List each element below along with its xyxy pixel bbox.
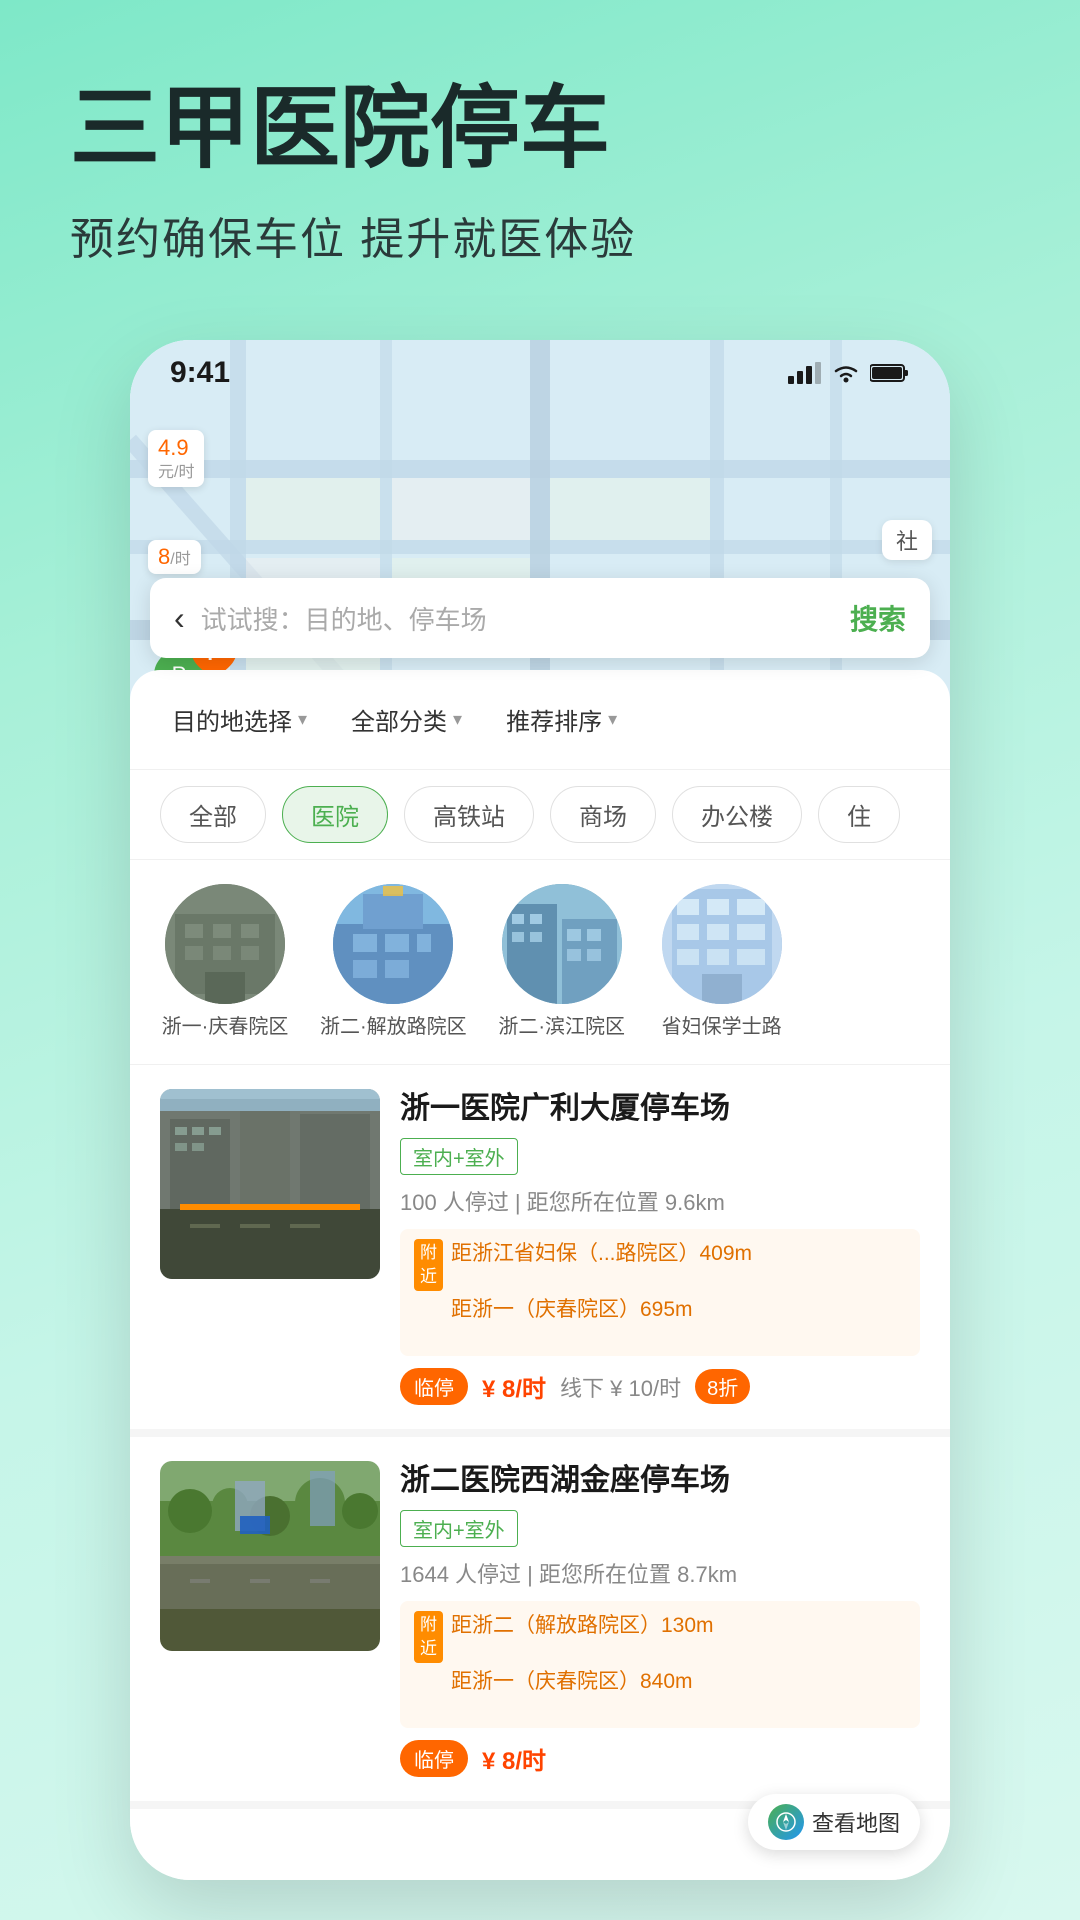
filter-category[interactable]: 全部分类 ▾	[339, 694, 474, 745]
hero-section: 三甲医院停车 预约确保车位 提升就医体验	[0, 0, 1080, 307]
nearby-text-1: 距浙江省妇保（...路院区）409m	[451, 1239, 752, 1268]
hospital-circle-4	[662, 884, 782, 1004]
price-main-1: ¥ 8/时	[482, 1369, 546, 1404]
parking-name-1: 浙一医院广利大厦停车场	[400, 1089, 920, 1128]
price-row-2: 临停 ¥ 8/时	[400, 1740, 920, 1777]
status-icons	[788, 362, 910, 384]
price-offline-1: 线下 ¥ 10/时	[560, 1371, 681, 1403]
tab-residential[interactable]: 住	[818, 786, 900, 843]
wifi-icon	[832, 362, 860, 384]
hospital-item-2[interactable]: 浙二·解放路院区	[320, 884, 467, 1040]
parking-stats-1: 100 人停过 | 距您所在位置 9.6km	[400, 1185, 920, 1217]
social-badge: 社	[882, 520, 932, 560]
parking-name-2: 浙二医院西湖金座停车场	[400, 1461, 920, 1500]
hero-subtitle: 预约确保车位 提升就医体验	[70, 203, 1010, 267]
nearby-row-3: 附近 距浙二（解放路院区）130m	[414, 1611, 906, 1663]
filter-sort[interactable]: 推荐排序 ▾	[494, 694, 629, 745]
search-bar[interactable]: ‹ 试试搜：目的地、停车场 搜索	[150, 578, 930, 658]
parking-stats-2: 1644 人停过 | 距您所在位置 8.7km	[400, 1557, 920, 1589]
map-view-button[interactable]: 查看地图	[748, 1794, 920, 1850]
nearby-text-4: 距浙一（庆春院区）840m	[451, 1667, 693, 1696]
phone-frame: 4.9 元/时 8/时 P 社 杭州站 P 9:41	[130, 340, 950, 1880]
hospital-item-1[interactable]: 浙一·庆春院区	[160, 884, 290, 1040]
price-main-2: ¥ 8/时	[482, 1741, 546, 1776]
nearby-row-2: 附近 距浙一（庆春院区）695m	[414, 1295, 906, 1347]
tab-all[interactable]: 全部	[160, 786, 266, 843]
content-panel: 目的地选择 ▾ 全部分类 ▾ 推荐排序 ▾ 全部 医院 高铁站 商场 办公楼	[130, 670, 950, 1880]
status-bar: 9:41	[130, 340, 950, 398]
nearby-row-1: 附近 距浙江省妇保（...路院区）409m	[414, 1239, 906, 1291]
hospital-circles: 浙一·庆春院区	[130, 860, 950, 1065]
status-time: 9:41	[170, 356, 230, 390]
nearby-text-2: 距浙一（庆春院区）695m	[451, 1295, 693, 1324]
filter-destination[interactable]: 目的地选择 ▾	[160, 694, 319, 745]
tab-hospital[interactable]: 医院	[282, 786, 388, 843]
nearby-label-2: 附近	[414, 1611, 443, 1663]
chevron-down-icon: ▾	[298, 709, 307, 730]
parking-info-1: 浙一医院广利大厦停车场 室内+室外 100 人停过 | 距您所在位置 9.6km…	[400, 1089, 920, 1405]
nearby-row-4: 附近 距浙一（庆春院区）840m	[414, 1667, 906, 1719]
hospital-name-3: 浙二·滨江院区	[498, 1014, 625, 1040]
map-price-badge-1: 4.9 元/时	[148, 430, 204, 487]
hospital-name-4: 省妇保学士路	[662, 1014, 782, 1040]
price-row-1: 临停 ¥ 8/时 线下 ¥ 10/时 8折	[400, 1368, 920, 1405]
filter-row: 目的地选择 ▾ 全部分类 ▾ 推荐排序 ▾	[130, 670, 950, 770]
search-input[interactable]: 试试搜：目的地、停车场	[201, 600, 834, 637]
hospital-item-4[interactable]: 省妇保学士路	[657, 884, 787, 1040]
tab-mall[interactable]: 商场	[550, 786, 656, 843]
search-button[interactable]: 搜索	[850, 598, 906, 638]
chevron-down-icon: ▾	[453, 709, 462, 730]
nearby-text-3: 距浙二（解放路院区）130m	[451, 1611, 714, 1640]
hospital-name-1: 浙一·庆春院区	[162, 1014, 289, 1040]
nearby-box-1: 附近 距浙江省妇保（...路院区）409m 附近 距浙一（庆春院区）695m	[400, 1229, 920, 1356]
category-tabs: 全部 医院 高铁站 商场 办公楼 住	[130, 770, 950, 860]
nearby-label-1: 附近	[414, 1239, 443, 1291]
parking-tag-2: 室内+室外	[400, 1510, 518, 1547]
back-button[interactable]: ‹	[174, 600, 185, 637]
map-view-label: 查看地图	[812, 1806, 900, 1838]
hospital-circle-2	[333, 884, 453, 1004]
tab-office[interactable]: 办公楼	[672, 786, 802, 843]
parking-item-2[interactable]: 浙二医院西湖金座停车场 室内+室外 1644 人停过 | 距您所在位置 8.7k…	[130, 1437, 950, 1809]
discount-badge-1: 8折	[695, 1369, 750, 1404]
hero-title: 三甲医院停车	[70, 80, 1010, 179]
tab-railway[interactable]: 高铁站	[404, 786, 534, 843]
signal-icon	[788, 362, 822, 384]
compass-icon	[768, 1804, 804, 1840]
chevron-down-icon: ▾	[608, 709, 617, 730]
nearby-box-2: 附近 距浙二（解放路院区）130m 附近 距浙一（庆春院区）840m	[400, 1601, 920, 1728]
battery-icon	[870, 362, 910, 384]
hospital-name-2: 浙二·解放路院区	[320, 1014, 467, 1040]
hospital-circle-1	[165, 884, 285, 1004]
parking-item-1[interactable]: 浙一医院广利大厦停车场 室内+室外 100 人停过 | 距您所在位置 9.6km…	[130, 1065, 950, 1437]
price-type-1: 临停	[400, 1368, 468, 1405]
phone-container: 4.9 元/时 8/时 P 社 杭州站 P 9:41	[130, 340, 950, 1880]
map-price-badge-2: 8/时	[148, 540, 201, 574]
parking-tag-1: 室内+室外	[400, 1138, 518, 1175]
parking-info-2: 浙二医院西湖金座停车场 室内+室外 1644 人停过 | 距您所在位置 8.7k…	[400, 1461, 920, 1777]
parking-list: 浙一医院广利大厦停车场 室内+室外 100 人停过 | 距您所在位置 9.6km…	[130, 1065, 950, 1809]
price-type-2: 临停	[400, 1740, 468, 1777]
parking-thumb-2	[160, 1461, 380, 1651]
hospital-circle-3	[502, 884, 622, 1004]
hospital-item-3[interactable]: 浙二·滨江院区	[497, 884, 627, 1040]
parking-thumb-1	[160, 1089, 380, 1279]
